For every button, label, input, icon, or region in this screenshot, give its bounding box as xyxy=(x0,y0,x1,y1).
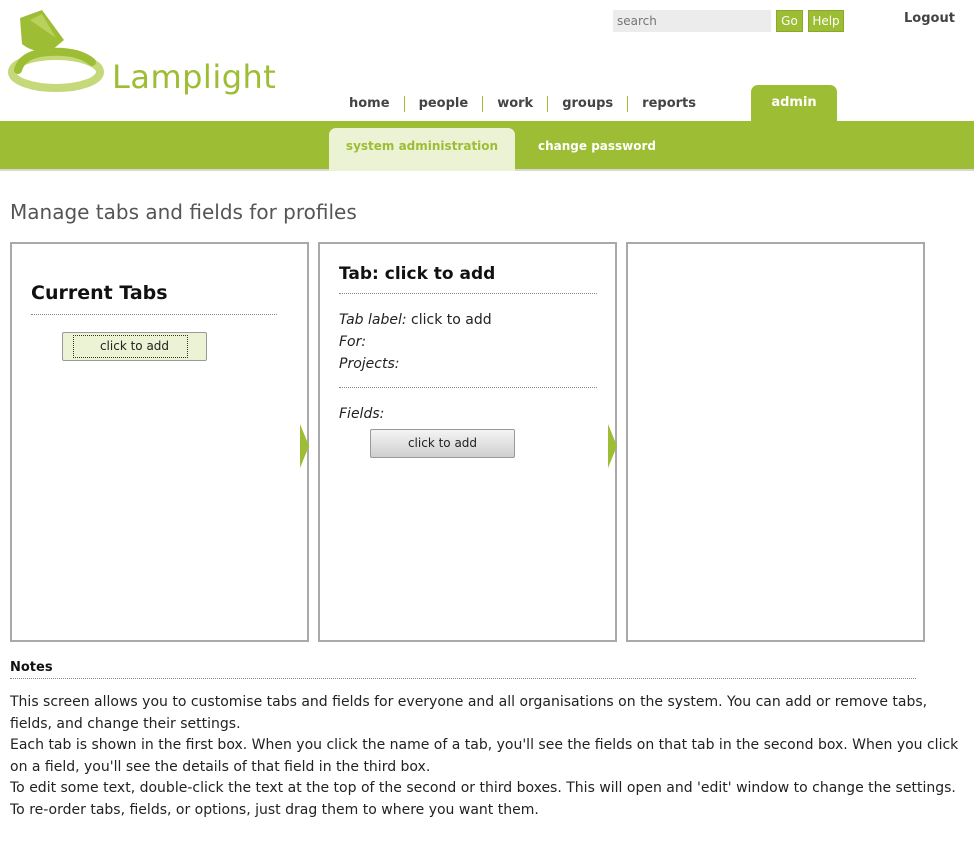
go-button[interactable]: Go xyxy=(776,10,803,32)
logo-text: Lamplight xyxy=(112,58,277,96)
add-field-button[interactable]: click to add xyxy=(370,429,515,458)
help-button[interactable]: Help xyxy=(808,10,844,32)
divider xyxy=(339,387,597,388)
arrow-right-icon xyxy=(300,424,309,468)
tab-label-key: Tab label: xyxy=(339,312,407,328)
notes-title: Notes xyxy=(10,660,53,675)
notes-paragraph: To re-order tabs, fields, or options, ju… xyxy=(10,801,539,818)
tab-heading[interactable]: Tab: click to add xyxy=(339,264,495,284)
nav-home[interactable]: home xyxy=(335,95,405,112)
tab-label-value[interactable]: click to add xyxy=(411,312,492,328)
page-title: Manage tabs and fields for profiles xyxy=(10,200,357,224)
arrow-right-icon xyxy=(608,424,617,468)
subnav-change-password[interactable]: change password xyxy=(538,128,656,164)
search-input[interactable] xyxy=(613,10,771,32)
nav-groups[interactable]: groups xyxy=(548,95,629,112)
tab-details-box: Tab: click to add Tab label: click to ad… xyxy=(318,242,617,642)
logout-link[interactable]: Logout xyxy=(904,11,955,26)
fields-row: Fields: xyxy=(339,406,384,422)
lamplight-logo[interactable]: Lamplight xyxy=(8,10,278,96)
divider xyxy=(31,314,277,315)
tabs-box: Current Tabs click to add xyxy=(10,242,309,642)
nav-admin[interactable]: admin xyxy=(751,85,837,122)
lamp-icon xyxy=(8,10,104,92)
divider xyxy=(339,293,597,294)
notes-body: This screen allows you to customise tabs… xyxy=(10,692,960,821)
notes-paragraph: To edit some text, double-click the text… xyxy=(10,780,956,796)
notes-paragraph: This screen allows you to customise tabs… xyxy=(10,694,928,732)
projects-key: Projects: xyxy=(339,356,400,372)
nav-reports[interactable]: reports xyxy=(628,96,710,112)
for-row: For: xyxy=(339,334,366,350)
notes-paragraph: Each tab is shown in the first box. When… xyxy=(10,737,959,775)
notes-divider xyxy=(10,678,916,679)
tab-label-row: Tab label: click to add xyxy=(339,312,492,328)
for-key: For: xyxy=(339,334,367,350)
field-details-box xyxy=(626,242,925,642)
projects-row: Projects: xyxy=(339,356,399,372)
nav-work[interactable]: work xyxy=(483,95,549,112)
current-tabs-heading: Current Tabs xyxy=(31,282,168,304)
main-nav: home people work groups reports xyxy=(335,86,710,121)
add-tab-button[interactable]: click to add xyxy=(62,332,207,361)
fields-key: Fields: xyxy=(339,406,385,422)
subnav-system-administration[interactable]: system administration xyxy=(329,128,515,171)
add-tab-label: click to add xyxy=(99,339,170,353)
nav-people[interactable]: people xyxy=(405,95,484,112)
